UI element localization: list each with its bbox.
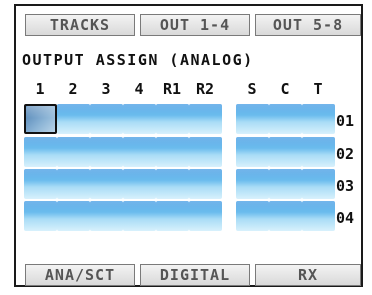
tab-out-5-8[interactable]: OUT 5-8 bbox=[255, 14, 361, 36]
assign-cell-02-c[interactable] bbox=[269, 137, 302, 167]
assign-cell-02-2[interactable] bbox=[57, 137, 90, 167]
assign-cell-02-r2[interactable] bbox=[189, 137, 222, 167]
assign-cell-04-r1[interactable] bbox=[156, 201, 189, 231]
tab-tracks[interactable]: TRACKS bbox=[25, 14, 135, 36]
assign-cell-04-2[interactable] bbox=[57, 201, 90, 231]
assign-cell-01-3[interactable] bbox=[90, 104, 123, 134]
column-header-r1: R1 bbox=[162, 80, 182, 98]
assign-cell-03-2[interactable] bbox=[57, 169, 90, 199]
assign-cell-02-t[interactable] bbox=[302, 137, 335, 167]
assign-cell-01-1[interactable] bbox=[24, 104, 57, 134]
page-title: OUTPUT ASSIGN (ANALOG) bbox=[22, 51, 254, 69]
assign-cell-03-r2[interactable] bbox=[189, 169, 222, 199]
tab-out-1-4[interactable]: OUT 1-4 bbox=[140, 14, 250, 36]
assign-cell-01-2[interactable] bbox=[57, 104, 90, 134]
assign-cell-03-r1[interactable] bbox=[156, 169, 189, 199]
assign-cell-03-3[interactable] bbox=[90, 169, 123, 199]
column-header-2: 2 bbox=[68, 80, 78, 98]
assign-cell-03-4[interactable] bbox=[123, 169, 156, 199]
assign-cell-03-c[interactable] bbox=[269, 169, 302, 199]
assign-cell-04-3[interactable] bbox=[90, 201, 123, 231]
row-label-03: 03 bbox=[336, 177, 355, 195]
assign-cell-01-4[interactable] bbox=[123, 104, 156, 134]
assign-cell-01-t[interactable] bbox=[302, 104, 335, 134]
assign-cell-04-1[interactable] bbox=[24, 201, 57, 231]
assign-cell-04-s[interactable] bbox=[236, 201, 269, 231]
assign-cell-02-4[interactable] bbox=[123, 137, 156, 167]
assign-cell-02-r1[interactable] bbox=[156, 137, 189, 167]
column-header-1: 1 bbox=[35, 80, 45, 98]
assign-cell-04-r2[interactable] bbox=[189, 201, 222, 231]
assign-cell-01-r2[interactable] bbox=[189, 104, 222, 134]
ana-sct-button[interactable]: ANA/SCT bbox=[25, 264, 135, 286]
assign-cell-03-t[interactable] bbox=[302, 169, 335, 199]
row-label-04: 04 bbox=[336, 209, 355, 227]
digital-button[interactable]: DIGITAL bbox=[140, 264, 250, 286]
column-header-t: T bbox=[313, 80, 323, 98]
column-header-r2: R2 bbox=[195, 80, 215, 98]
column-header-3: 3 bbox=[101, 80, 111, 98]
assign-cell-04-4[interactable] bbox=[123, 201, 156, 231]
assign-cell-02-3[interactable] bbox=[90, 137, 123, 167]
assign-cell-03-1[interactable] bbox=[24, 169, 57, 199]
column-header-s: S bbox=[247, 80, 257, 98]
row-label-01: 01 bbox=[336, 112, 355, 130]
assign-cell-02-1[interactable] bbox=[24, 137, 57, 167]
column-header-c: C bbox=[280, 80, 290, 98]
assign-cell-04-t[interactable] bbox=[302, 201, 335, 231]
assign-cell-01-r1[interactable] bbox=[156, 104, 189, 134]
row-label-02: 02 bbox=[336, 145, 355, 163]
column-header-4: 4 bbox=[134, 80, 144, 98]
rx-button[interactable]: RX bbox=[255, 264, 361, 286]
assign-cell-01-c[interactable] bbox=[269, 104, 302, 134]
assign-cell-04-c[interactable] bbox=[269, 201, 302, 231]
assign-cell-01-s[interactable] bbox=[236, 104, 269, 134]
assign-cell-02-s[interactable] bbox=[236, 137, 269, 167]
assign-cell-03-s[interactable] bbox=[236, 169, 269, 199]
